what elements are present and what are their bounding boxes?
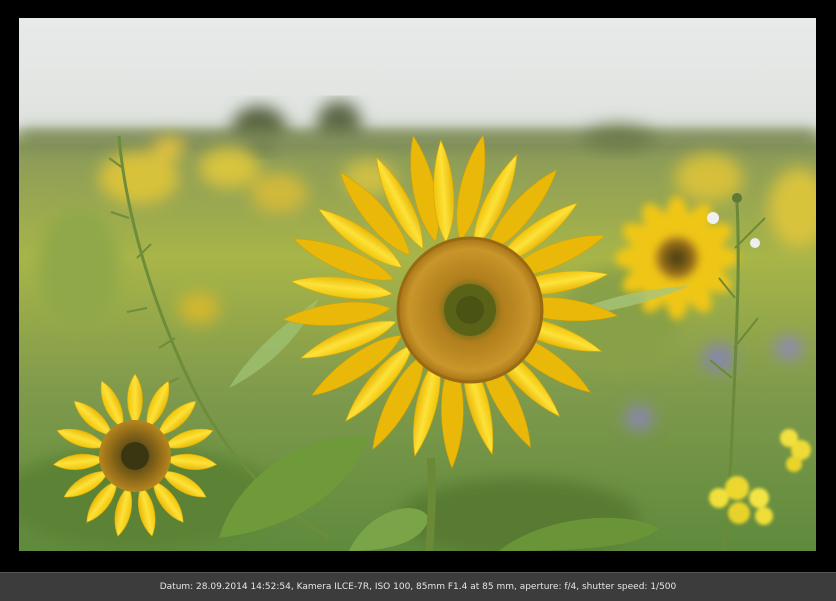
sunflower-photo [19,18,816,551]
main-stem [425,457,436,551]
photo-frame: Datum: 28.09.2014 14:52:54, Kamera ILCE-… [0,0,836,601]
exif-caption: Datum: 28.09.2014 14:52:54, Kamera ILCE-… [159,582,677,592]
exif-caption-bar: Datum: 28.09.2014 14:52:54, Kamera ILCE-… [0,572,836,601]
